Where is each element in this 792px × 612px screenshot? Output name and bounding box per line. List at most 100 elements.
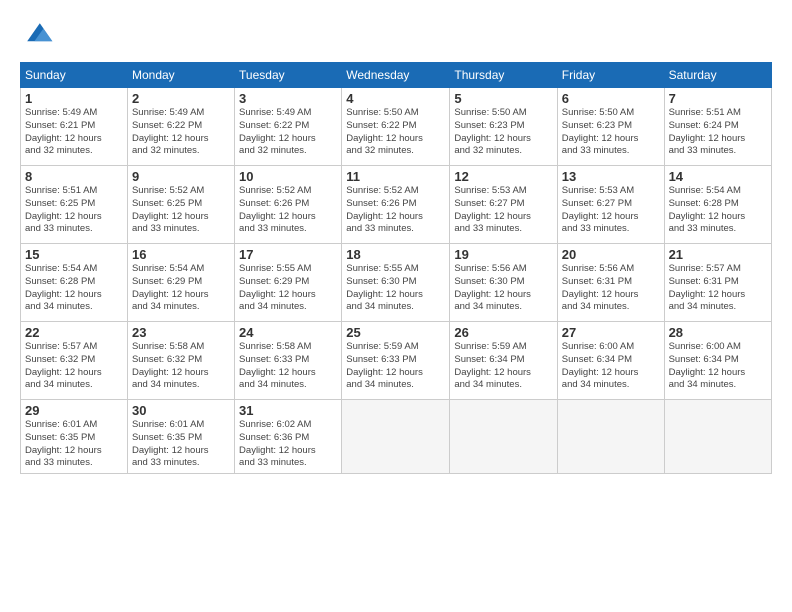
calendar-cell: 24Sunrise: 5:58 AM Sunset: 6:33 PM Dayli… bbox=[235, 322, 342, 400]
day-content: Sunrise: 5:59 AM Sunset: 6:33 PM Dayligh… bbox=[346, 341, 445, 392]
calendar-cell bbox=[557, 400, 664, 474]
calendar-week-1: 1Sunrise: 5:49 AM Sunset: 6:21 PM Daylig… bbox=[21, 88, 772, 166]
calendar-week-5: 29Sunrise: 6:01 AM Sunset: 6:35 PM Dayli… bbox=[21, 400, 772, 474]
calendar-cell: 30Sunrise: 6:01 AM Sunset: 6:35 PM Dayli… bbox=[127, 400, 234, 474]
day-number: 23 bbox=[132, 325, 230, 340]
calendar-cell: 25Sunrise: 5:59 AM Sunset: 6:33 PM Dayli… bbox=[342, 322, 450, 400]
day-number: 30 bbox=[132, 403, 230, 418]
day-number: 4 bbox=[346, 91, 445, 106]
weekday-header-saturday: Saturday bbox=[664, 63, 771, 88]
day-content: Sunrise: 5:49 AM Sunset: 6:21 PM Dayligh… bbox=[25, 107, 123, 158]
day-number: 17 bbox=[239, 247, 337, 262]
day-content: Sunrise: 5:55 AM Sunset: 6:29 PM Dayligh… bbox=[239, 263, 337, 314]
calendar-cell bbox=[664, 400, 771, 474]
calendar-cell: 12Sunrise: 5:53 AM Sunset: 6:27 PM Dayli… bbox=[450, 166, 557, 244]
day-number: 6 bbox=[562, 91, 660, 106]
calendar-cell: 18Sunrise: 5:55 AM Sunset: 6:30 PM Dayli… bbox=[342, 244, 450, 322]
day-content: Sunrise: 5:50 AM Sunset: 6:23 PM Dayligh… bbox=[562, 107, 660, 158]
calendar-cell: 14Sunrise: 5:54 AM Sunset: 6:28 PM Dayli… bbox=[664, 166, 771, 244]
weekday-header-tuesday: Tuesday bbox=[235, 63, 342, 88]
day-content: Sunrise: 5:58 AM Sunset: 6:32 PM Dayligh… bbox=[132, 341, 230, 392]
calendar-cell: 10Sunrise: 5:52 AM Sunset: 6:26 PM Dayli… bbox=[235, 166, 342, 244]
day-content: Sunrise: 5:54 AM Sunset: 6:28 PM Dayligh… bbox=[25, 263, 123, 314]
weekday-header-friday: Friday bbox=[557, 63, 664, 88]
calendar-cell: 19Sunrise: 5:56 AM Sunset: 6:30 PM Dayli… bbox=[450, 244, 557, 322]
day-number: 29 bbox=[25, 403, 123, 418]
day-content: Sunrise: 5:52 AM Sunset: 6:26 PM Dayligh… bbox=[239, 185, 337, 236]
day-number: 22 bbox=[25, 325, 123, 340]
calendar-cell: 11Sunrise: 5:52 AM Sunset: 6:26 PM Dayli… bbox=[342, 166, 450, 244]
day-number: 1 bbox=[25, 91, 123, 106]
day-number: 25 bbox=[346, 325, 445, 340]
weekday-header-thursday: Thursday bbox=[450, 63, 557, 88]
calendar-cell: 27Sunrise: 6:00 AM Sunset: 6:34 PM Dayli… bbox=[557, 322, 664, 400]
weekday-header-row: SundayMondayTuesdayWednesdayThursdayFrid… bbox=[21, 63, 772, 88]
logo-icon bbox=[20, 16, 56, 52]
day-content: Sunrise: 5:53 AM Sunset: 6:27 PM Dayligh… bbox=[454, 185, 552, 236]
calendar-week-3: 15Sunrise: 5:54 AM Sunset: 6:28 PM Dayli… bbox=[21, 244, 772, 322]
day-number: 8 bbox=[25, 169, 123, 184]
calendar-cell: 22Sunrise: 5:57 AM Sunset: 6:32 PM Dayli… bbox=[21, 322, 128, 400]
day-content: Sunrise: 5:50 AM Sunset: 6:22 PM Dayligh… bbox=[346, 107, 445, 158]
day-content: Sunrise: 5:54 AM Sunset: 6:29 PM Dayligh… bbox=[132, 263, 230, 314]
day-number: 19 bbox=[454, 247, 552, 262]
day-number: 11 bbox=[346, 169, 445, 184]
calendar-cell: 20Sunrise: 5:56 AM Sunset: 6:31 PM Dayli… bbox=[557, 244, 664, 322]
day-number: 20 bbox=[562, 247, 660, 262]
weekday-header-sunday: Sunday bbox=[21, 63, 128, 88]
calendar-week-4: 22Sunrise: 5:57 AM Sunset: 6:32 PM Dayli… bbox=[21, 322, 772, 400]
day-content: Sunrise: 6:00 AM Sunset: 6:34 PM Dayligh… bbox=[669, 341, 767, 392]
day-number: 5 bbox=[454, 91, 552, 106]
day-number: 3 bbox=[239, 91, 337, 106]
day-number: 27 bbox=[562, 325, 660, 340]
calendar-cell: 29Sunrise: 6:01 AM Sunset: 6:35 PM Dayli… bbox=[21, 400, 128, 474]
day-content: Sunrise: 5:56 AM Sunset: 6:31 PM Dayligh… bbox=[562, 263, 660, 314]
day-number: 14 bbox=[669, 169, 767, 184]
header bbox=[20, 16, 772, 52]
day-content: Sunrise: 6:01 AM Sunset: 6:35 PM Dayligh… bbox=[132, 419, 230, 470]
calendar-cell: 1Sunrise: 5:49 AM Sunset: 6:21 PM Daylig… bbox=[21, 88, 128, 166]
calendar-cell bbox=[342, 400, 450, 474]
day-number: 21 bbox=[669, 247, 767, 262]
day-content: Sunrise: 5:53 AM Sunset: 6:27 PM Dayligh… bbox=[562, 185, 660, 236]
calendar-cell: 28Sunrise: 6:00 AM Sunset: 6:34 PM Dayli… bbox=[664, 322, 771, 400]
calendar-week-2: 8Sunrise: 5:51 AM Sunset: 6:25 PM Daylig… bbox=[21, 166, 772, 244]
day-content: Sunrise: 6:01 AM Sunset: 6:35 PM Dayligh… bbox=[25, 419, 123, 470]
day-content: Sunrise: 5:57 AM Sunset: 6:31 PM Dayligh… bbox=[669, 263, 767, 314]
calendar-cell bbox=[450, 400, 557, 474]
day-content: Sunrise: 5:58 AM Sunset: 6:33 PM Dayligh… bbox=[239, 341, 337, 392]
page: SundayMondayTuesdayWednesdayThursdayFrid… bbox=[0, 0, 792, 612]
day-number: 9 bbox=[132, 169, 230, 184]
day-content: Sunrise: 6:00 AM Sunset: 6:34 PM Dayligh… bbox=[562, 341, 660, 392]
day-content: Sunrise: 5:56 AM Sunset: 6:30 PM Dayligh… bbox=[454, 263, 552, 314]
calendar-cell: 8Sunrise: 5:51 AM Sunset: 6:25 PM Daylig… bbox=[21, 166, 128, 244]
calendar-cell: 23Sunrise: 5:58 AM Sunset: 6:32 PM Dayli… bbox=[127, 322, 234, 400]
day-content: Sunrise: 5:49 AM Sunset: 6:22 PM Dayligh… bbox=[132, 107, 230, 158]
weekday-header-wednesday: Wednesday bbox=[342, 63, 450, 88]
calendar-cell: 26Sunrise: 5:59 AM Sunset: 6:34 PM Dayli… bbox=[450, 322, 557, 400]
day-number: 2 bbox=[132, 91, 230, 106]
calendar-cell: 3Sunrise: 5:49 AM Sunset: 6:22 PM Daylig… bbox=[235, 88, 342, 166]
calendar-cell: 16Sunrise: 5:54 AM Sunset: 6:29 PM Dayli… bbox=[127, 244, 234, 322]
day-content: Sunrise: 6:02 AM Sunset: 6:36 PM Dayligh… bbox=[239, 419, 337, 470]
calendar-cell: 2Sunrise: 5:49 AM Sunset: 6:22 PM Daylig… bbox=[127, 88, 234, 166]
day-content: Sunrise: 5:59 AM Sunset: 6:34 PM Dayligh… bbox=[454, 341, 552, 392]
day-number: 16 bbox=[132, 247, 230, 262]
day-number: 12 bbox=[454, 169, 552, 184]
day-content: Sunrise: 5:52 AM Sunset: 6:25 PM Dayligh… bbox=[132, 185, 230, 236]
day-content: Sunrise: 5:52 AM Sunset: 6:26 PM Dayligh… bbox=[346, 185, 445, 236]
calendar-cell: 7Sunrise: 5:51 AM Sunset: 6:24 PM Daylig… bbox=[664, 88, 771, 166]
day-number: 26 bbox=[454, 325, 552, 340]
calendar-cell: 13Sunrise: 5:53 AM Sunset: 6:27 PM Dayli… bbox=[557, 166, 664, 244]
day-content: Sunrise: 5:51 AM Sunset: 6:25 PM Dayligh… bbox=[25, 185, 123, 236]
day-content: Sunrise: 5:51 AM Sunset: 6:24 PM Dayligh… bbox=[669, 107, 767, 158]
calendar-cell: 15Sunrise: 5:54 AM Sunset: 6:28 PM Dayli… bbox=[21, 244, 128, 322]
calendar-cell: 6Sunrise: 5:50 AM Sunset: 6:23 PM Daylig… bbox=[557, 88, 664, 166]
logo bbox=[20, 16, 60, 52]
day-number: 13 bbox=[562, 169, 660, 184]
weekday-header-monday: Monday bbox=[127, 63, 234, 88]
day-number: 7 bbox=[669, 91, 767, 106]
day-content: Sunrise: 5:55 AM Sunset: 6:30 PM Dayligh… bbox=[346, 263, 445, 314]
calendar-cell: 5Sunrise: 5:50 AM Sunset: 6:23 PM Daylig… bbox=[450, 88, 557, 166]
day-number: 18 bbox=[346, 247, 445, 262]
